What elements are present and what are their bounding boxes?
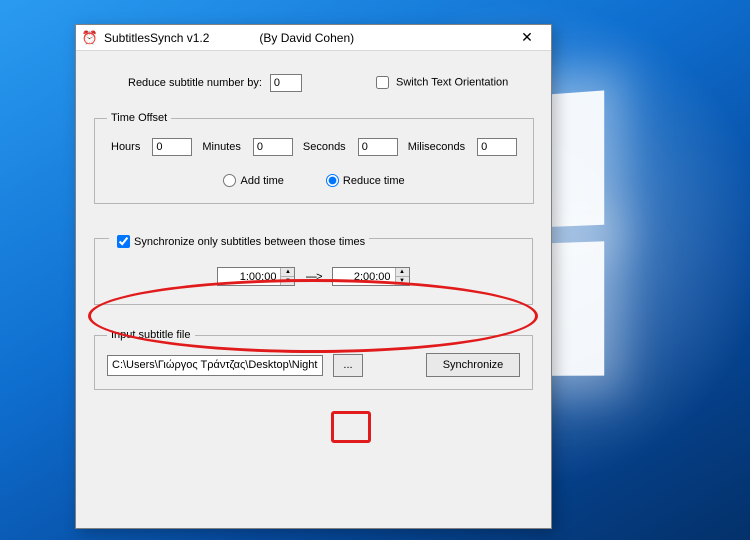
to-time-up[interactable]: ▲: [396, 268, 409, 277]
reduce-time-option[interactable]: Reduce time: [326, 174, 405, 187]
client-area: Reduce subtitle number by: Switch Text O…: [76, 51, 551, 416]
browse-button[interactable]: ...: [333, 354, 363, 377]
add-time-option[interactable]: Add time: [223, 174, 283, 187]
reduce-time-radio[interactable]: [326, 174, 339, 187]
titlebar[interactable]: ⏰ SubtitlesSynch v1.2 (By David Cohen) ✕: [76, 25, 551, 51]
switch-orientation-checkbox[interactable]: [376, 76, 389, 89]
close-icon: ✕: [521, 29, 533, 46]
close-button[interactable]: ✕: [507, 26, 547, 50]
seconds-input[interactable]: [358, 138, 398, 156]
input-file-group: Input subtitle file ... Synchronize: [94, 329, 533, 390]
range-arrow-icon: ---->: [305, 271, 321, 283]
app-icon: ⏰: [82, 30, 98, 46]
synchronize-button[interactable]: Synchronize: [426, 353, 520, 377]
seconds-label: Seconds: [303, 141, 346, 153]
add-time-label: Add time: [240, 175, 283, 187]
minutes-input[interactable]: [253, 138, 293, 156]
from-time-up[interactable]: ▲: [281, 268, 294, 277]
ms-input[interactable]: [477, 138, 517, 156]
hours-label: Hours: [111, 141, 140, 153]
from-time-input[interactable]: [218, 268, 280, 285]
switch-orientation-option[interactable]: Switch Text Orientation: [372, 73, 508, 92]
window-author: (By David Cohen): [259, 31, 354, 45]
window-title: SubtitlesSynch v1.2: [104, 31, 209, 45]
from-time-down[interactable]: ▼: [281, 277, 294, 285]
time-offset-legend: Time Offset: [107, 112, 171, 124]
reduce-input[interactable]: [270, 74, 302, 92]
time-offset-group: Time Offset Hours Minutes Seconds Milise…: [94, 112, 534, 204]
desktop-background: ⏰ SubtitlesSynch v1.2 (By David Cohen) ✕…: [0, 0, 750, 540]
add-time-radio[interactable]: [223, 174, 236, 187]
input-file-legend: Input subtitle file: [107, 329, 195, 341]
ms-label: Miliseconds: [408, 141, 465, 153]
reduce-time-label: Reduce time: [343, 175, 405, 187]
file-path-input[interactable]: [107, 355, 323, 376]
app-window: ⏰ SubtitlesSynch v1.2 (By David Cohen) ✕…: [75, 24, 552, 529]
reduce-label: Reduce subtitle number by:: [128, 77, 262, 89]
sync-range-group: Synchronize only subtitles between those…: [94, 238, 533, 305]
to-time-spinner[interactable]: ▲ ▼: [332, 267, 410, 286]
to-time-down[interactable]: ▼: [396, 277, 409, 285]
reduce-row: Reduce subtitle number by: Switch Text O…: [128, 73, 533, 92]
switch-orientation-label: Switch Text Orientation: [396, 76, 508, 88]
to-time-input[interactable]: [333, 268, 395, 285]
hours-input[interactable]: [152, 138, 192, 156]
sync-range-label: Synchronize only subtitles between those…: [134, 236, 365, 248]
minutes-label: Minutes: [202, 141, 241, 153]
sync-range-checkbox[interactable]: [117, 235, 130, 248]
from-time-spinner[interactable]: ▲ ▼: [217, 267, 295, 286]
